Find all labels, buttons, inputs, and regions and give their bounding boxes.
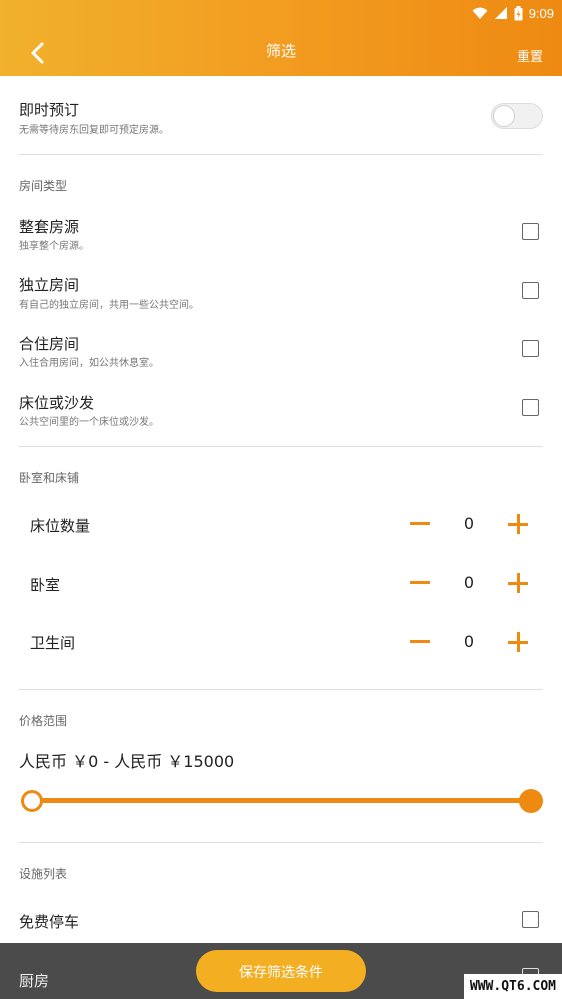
watermark: WWW.QT6.COM	[463, 974, 562, 999]
page-title: 筛选	[265, 42, 296, 60]
bedrooms-section-title: 卧室和床铺	[19, 471, 80, 485]
beds-minus-button[interactable]	[410, 522, 430, 525]
bedrooms-minus-button[interactable]	[410, 581, 430, 584]
amenities-section-title: 设施列表	[19, 867, 68, 881]
room-type-bed-sofa-checkbox[interactable]	[522, 399, 539, 416]
price-range-text: 人民币 ￥0 - 人民币 ￥15000	[19, 752, 235, 771]
room-type-section-title: 房间类型	[19, 179, 68, 193]
wifi-icon	[472, 7, 488, 19]
instant-booking-description: 无需等待房东回复即可预定房源。	[19, 125, 169, 136]
room-type-private-description: 有自己的独立房间，共用一些公共空间。	[19, 300, 199, 311]
room-type-shared-checkbox[interactable]	[522, 340, 539, 357]
save-filters-button[interactable]: 保存筛选条件	[196, 950, 366, 992]
price-slider-min-handle[interactable]	[21, 790, 43, 812]
amenity-kitchen-label: 厨房	[19, 972, 50, 990]
divider	[19, 689, 543, 690]
reset-button[interactable]: 重置	[517, 46, 543, 65]
room-type-entire-checkbox[interactable]	[522, 223, 539, 240]
room-type-bed-sofa-label: 床位或沙发	[19, 394, 95, 412]
price-slider-track[interactable]	[31, 798, 530, 803]
divider	[19, 154, 543, 155]
app-header: 9:09 筛选 重置	[0, 0, 562, 76]
status-time: 9:09	[528, 5, 554, 21]
bedrooms-plus-button[interactable]	[508, 573, 528, 593]
toggle-knob	[493, 105, 515, 127]
room-type-shared-label: 合住房间	[19, 335, 80, 353]
room-type-entire-description: 独享整个房源。	[19, 241, 89, 252]
bathrooms-plus-button[interactable]	[508, 632, 528, 652]
instant-booking-label: 即时预订	[19, 101, 80, 119]
bathrooms-stepper-label: 卫生间	[30, 634, 76, 652]
beds-stepper-label: 床位数量	[30, 517, 91, 535]
price-slider-max-handle[interactable]	[519, 789, 543, 813]
status-bar: 9:09	[472, 4, 554, 22]
beds-plus-button[interactable]	[508, 514, 528, 534]
instant-booking-toggle[interactable]	[491, 103, 543, 129]
room-type-shared-description: 入住合用房间，如公共休息室。	[19, 358, 159, 369]
bedrooms-stepper-label: 卧室	[30, 576, 61, 594]
room-type-private-checkbox[interactable]	[522, 282, 539, 299]
price-section-title: 价格范围	[19, 714, 68, 728]
amenity-free-parking-label: 免费停车	[19, 913, 80, 931]
divider	[19, 446, 543, 447]
bathrooms-count: 0	[463, 632, 475, 651]
divider	[19, 842, 543, 843]
signal-icon	[494, 7, 507, 19]
bedrooms-count: 0	[463, 573, 475, 592]
room-type-bed-sofa-description: 公共空间里的一个床位或沙发。	[19, 417, 159, 428]
beds-count: 0	[463, 514, 475, 533]
room-type-entire-label: 整套房源	[19, 218, 80, 236]
battery-icon	[514, 5, 523, 20]
room-type-private-label: 独立房间	[19, 276, 80, 294]
amenity-free-parking-checkbox[interactable]	[522, 911, 539, 928]
bathrooms-minus-button[interactable]	[410, 640, 430, 643]
